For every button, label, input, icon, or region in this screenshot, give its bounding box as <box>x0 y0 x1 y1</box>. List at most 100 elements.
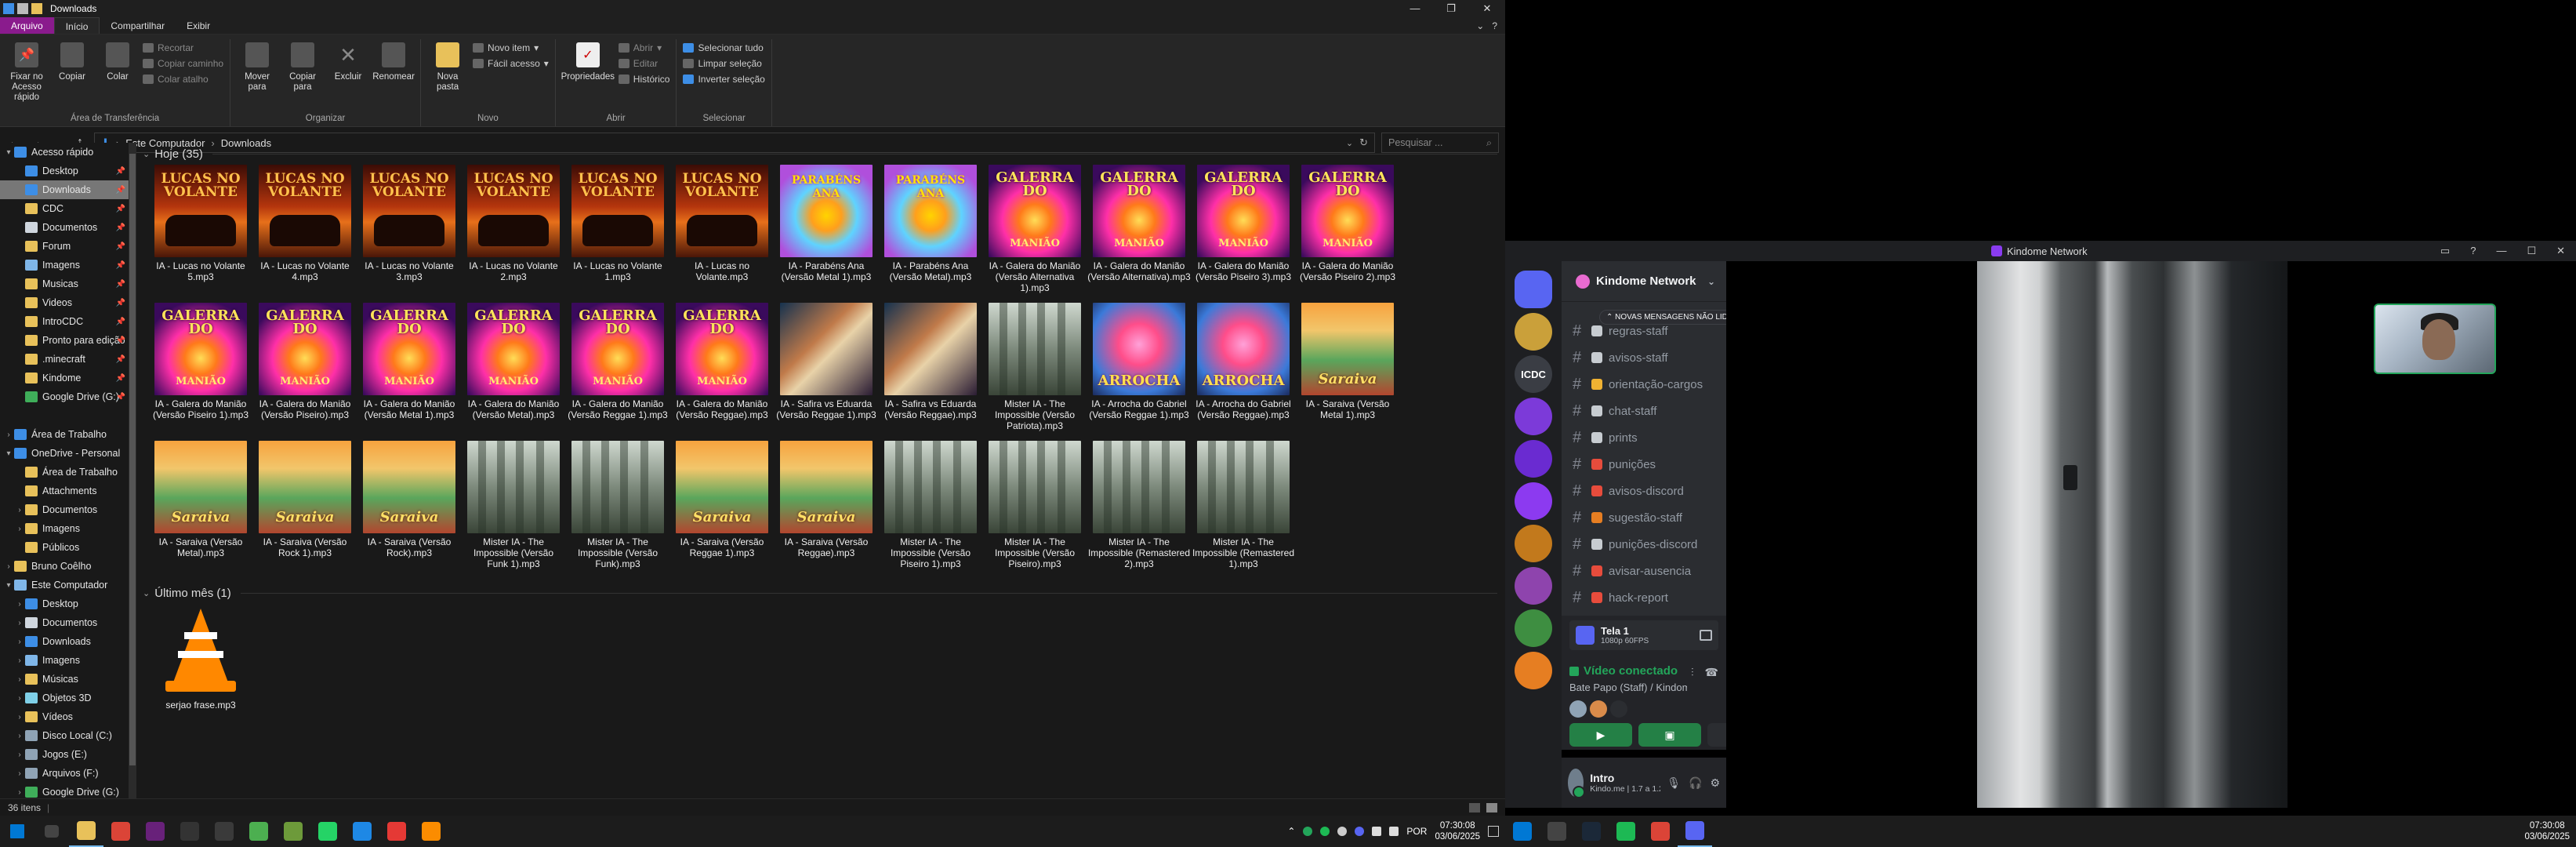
help-icon[interactable]: ? <box>2470 245 2476 257</box>
camera-button[interactable]: ▶ <box>1569 723 1632 747</box>
clock[interactable]: 07:30:08 03/06/2025 <box>1435 820 1480 842</box>
server-icon[interactable] <box>1515 440 1552 478</box>
new-item-button[interactable]: Novo item ▾ <box>473 42 549 53</box>
expand-chevron-icon[interactable]: › <box>14 638 25 646</box>
file-item[interactable]: GALERRA DO MANIÃO IA - Galera do Manião (V… <box>568 303 668 438</box>
new-folder-button[interactable]: Nova pasta <box>427 39 468 114</box>
channel-item[interactable]: # punições-discord <box>1562 531 1726 558</box>
nav-item[interactable]: Desktop 📌 <box>0 162 129 180</box>
taskbar-terminal[interactable] <box>172 816 207 847</box>
nav-item[interactable]: ▾ OneDrive - Personal <box>0 444 129 463</box>
expand-chevron-icon[interactable]: › <box>14 619 25 627</box>
channel-item[interactable]: # chat-staff <box>1562 398 1726 424</box>
close-icon[interactable]: ✕ <box>1469 2 1505 15</box>
taskbar-notepad[interactable] <box>241 816 276 847</box>
close-icon[interactable]: ✕ <box>2556 245 2565 257</box>
channel-item[interactable]: # avisos-discord <box>1562 478 1726 504</box>
file-item[interactable]: LUCAS NO VOLANTE IA - Lucas no Volante 4.… <box>258 165 352 300</box>
tab-file[interactable]: Arquivo <box>0 17 54 34</box>
nav-item[interactable]: › Disco Local (C:) <box>0 726 129 745</box>
file-item[interactable]: Saraiva IA - Saraiva (Versão Rock 1).mp3 <box>258 441 352 576</box>
copy-path-button[interactable]: Copiar caminho <box>143 58 223 69</box>
gear-icon[interactable]: ⚙ <box>1710 776 1720 790</box>
taskbar-app-red[interactable] <box>379 816 414 847</box>
expand-chevron-icon[interactable]: › <box>14 656 25 665</box>
file-item[interactable]: IA - Safira vs Eduarda (Versão Reggae 1)… <box>776 303 876 438</box>
file-item[interactable]: LUCAS NO VOLANTE IA - Lucas no Volante 1.… <box>571 165 665 300</box>
steam-tray-icon[interactable] <box>1337 827 1348 836</box>
server-icon[interactable] <box>1515 567 1552 605</box>
file-item[interactable]: Mister IA - The Impossible (Versão Patri… <box>988 303 1082 438</box>
discord-tray-icon[interactable] <box>1355 827 1365 836</box>
expand-chevron-icon[interactable]: › <box>14 675 25 684</box>
pin-quick-access-button[interactable]: 📌 Fixar no Acesso rápido <box>6 39 47 114</box>
disconnect-icon[interactable]: ☎ <box>1705 666 1718 679</box>
channel-item[interactable]: # hack-report <box>1562 584 1726 611</box>
collapse-chevron-icon[interactable]: ⌄ <box>143 588 150 598</box>
file-item[interactable]: LUCAS NO VOLANTE IA - Lucas no Volante.mp… <box>675 165 769 300</box>
taskbar-chrome[interactable] <box>103 816 138 847</box>
network-tray-icon[interactable] <box>1372 827 1382 836</box>
nav-item[interactable]: ▾ Acesso rápido <box>0 143 129 162</box>
participant-avatar[interactable] <box>1590 700 1607 718</box>
file-item[interactable]: Mister IA - The Impossible (Versão Pisei… <box>988 441 1082 576</box>
nav-item[interactable]: › Objetos 3D <box>0 689 129 707</box>
nav-item[interactable]: Pronto para edição 📌 <box>0 331 129 350</box>
expand-chevron-icon[interactable]: › <box>3 562 14 571</box>
inbox-icon[interactable]: ▭ <box>2440 245 2450 257</box>
maximize-icon[interactable]: ❐ <box>1433 2 1469 15</box>
paste-button[interactable]: Colar <box>97 39 138 114</box>
file-item[interactable]: PARABÉNS ANA IA - Parabéns Ana (Versão Me… <box>883 165 978 300</box>
file-item[interactable]: serjao frase.mp3 <box>154 604 248 739</box>
edit-button[interactable]: Editar <box>618 58 670 69</box>
expand-chevron-icon[interactable]: › <box>3 431 14 439</box>
expand-chevron-icon[interactable]: › <box>14 769 25 778</box>
file-item[interactable]: Mister IA - The Impossible (Remastered 2… <box>1088 441 1190 576</box>
collapse-chevron-icon[interactable]: ⌄ <box>143 149 150 159</box>
nav-item[interactable]: .minecraft 📌 <box>0 350 129 369</box>
select-all-button[interactable]: Selecionar tudo <box>683 42 764 53</box>
channel-item[interactable]: # sugestão-staff <box>1562 504 1726 531</box>
file-item[interactable]: LUCAS NO VOLANTE IA - Lucas no Volante 2.… <box>466 165 561 300</box>
notifications-icon[interactable] <box>1488 826 1499 837</box>
tab-share[interactable]: Compartilhar <box>100 17 176 34</box>
expand-chevron-icon[interactable]: › <box>14 713 25 722</box>
channel-item[interactable]: # prints <box>1562 424 1726 451</box>
expand-chevron-icon[interactable]: ▾ <box>3 449 14 458</box>
start-button[interactable] <box>0 816 34 847</box>
expand-chevron-icon[interactable]: › <box>14 751 25 759</box>
open-button[interactable]: Abrir ▾ <box>618 42 670 53</box>
nav-item[interactable]: › Jogos (E:) <box>0 745 129 764</box>
file-item[interactable]: Mister IA - The Impossible (Versão Funk … <box>466 441 561 576</box>
channel-item[interactable]: # avisos-staff <box>1562 344 1726 371</box>
server-icon[interactable] <box>1515 313 1552 351</box>
file-item[interactable]: ARROCHA IA - Arrocha do Gabriel (Versão R… <box>1195 303 1291 438</box>
taskbar-minecraft[interactable] <box>276 816 310 847</box>
nav-item[interactable]: Documentos 📌 <box>0 218 129 237</box>
nav-item[interactable]: › Músicas <box>0 670 129 689</box>
nav-item[interactable]: IntroCDC 📌 <box>0 312 129 331</box>
select-none-button[interactable]: Limpar seleção <box>683 58 764 69</box>
delete-button[interactable]: ✕ Excluir <box>328 39 368 114</box>
server-icon[interactable]: ICDC <box>1515 355 1552 393</box>
nav-item[interactable]: Attachments <box>0 482 129 500</box>
file-item[interactable]: ARROCHA IA - Arrocha do Gabriel (Versão R… <box>1089 303 1189 438</box>
file-item[interactable]: GALERRA DO MANIÃO IA - Galera do Manião (V… <box>258 303 352 438</box>
file-item[interactable]: GALERRA DO MANIÃO IA - Galera do Manião (V… <box>153 303 249 438</box>
history-button[interactable]: Histórico <box>618 74 669 85</box>
file-item[interactable]: IA - Safira vs Eduarda (Versão Reggae).m… <box>883 303 978 438</box>
file-item[interactable]: Saraiva IA - Saraiva (Versão Rock).mp3 <box>362 441 456 576</box>
nav-item[interactable]: Imagens 📌 <box>0 256 129 274</box>
move-to-button[interactable]: Mover para <box>237 39 278 114</box>
cut-button[interactable]: Recortar <box>143 42 223 53</box>
file-item[interactable]: Mister IA - The Impossible (Remastered 1… <box>1192 441 1294 576</box>
taskbar-spotify[interactable] <box>1609 816 1643 847</box>
nav-item[interactable]: Downloads 📌 <box>0 180 129 199</box>
nav-item[interactable]: Forum 📌 <box>0 237 129 256</box>
file-item[interactable]: Saraiva IA - Saraiva (Versão Reggae 1).mp… <box>675 441 769 576</box>
file-item[interactable]: Mister IA - The Impossible (Versão Pisei… <box>883 441 978 576</box>
noise-suppression-icon[interactable]: ⫶ <box>1691 666 1694 679</box>
file-item[interactable]: Mister IA - The Impossible (Versão Funk)… <box>571 441 665 576</box>
group-header[interactable]: ⌄ Hoje (35) <box>143 143 1497 165</box>
server-header[interactable]: Kindome Network ⌄ <box>1562 261 1726 302</box>
